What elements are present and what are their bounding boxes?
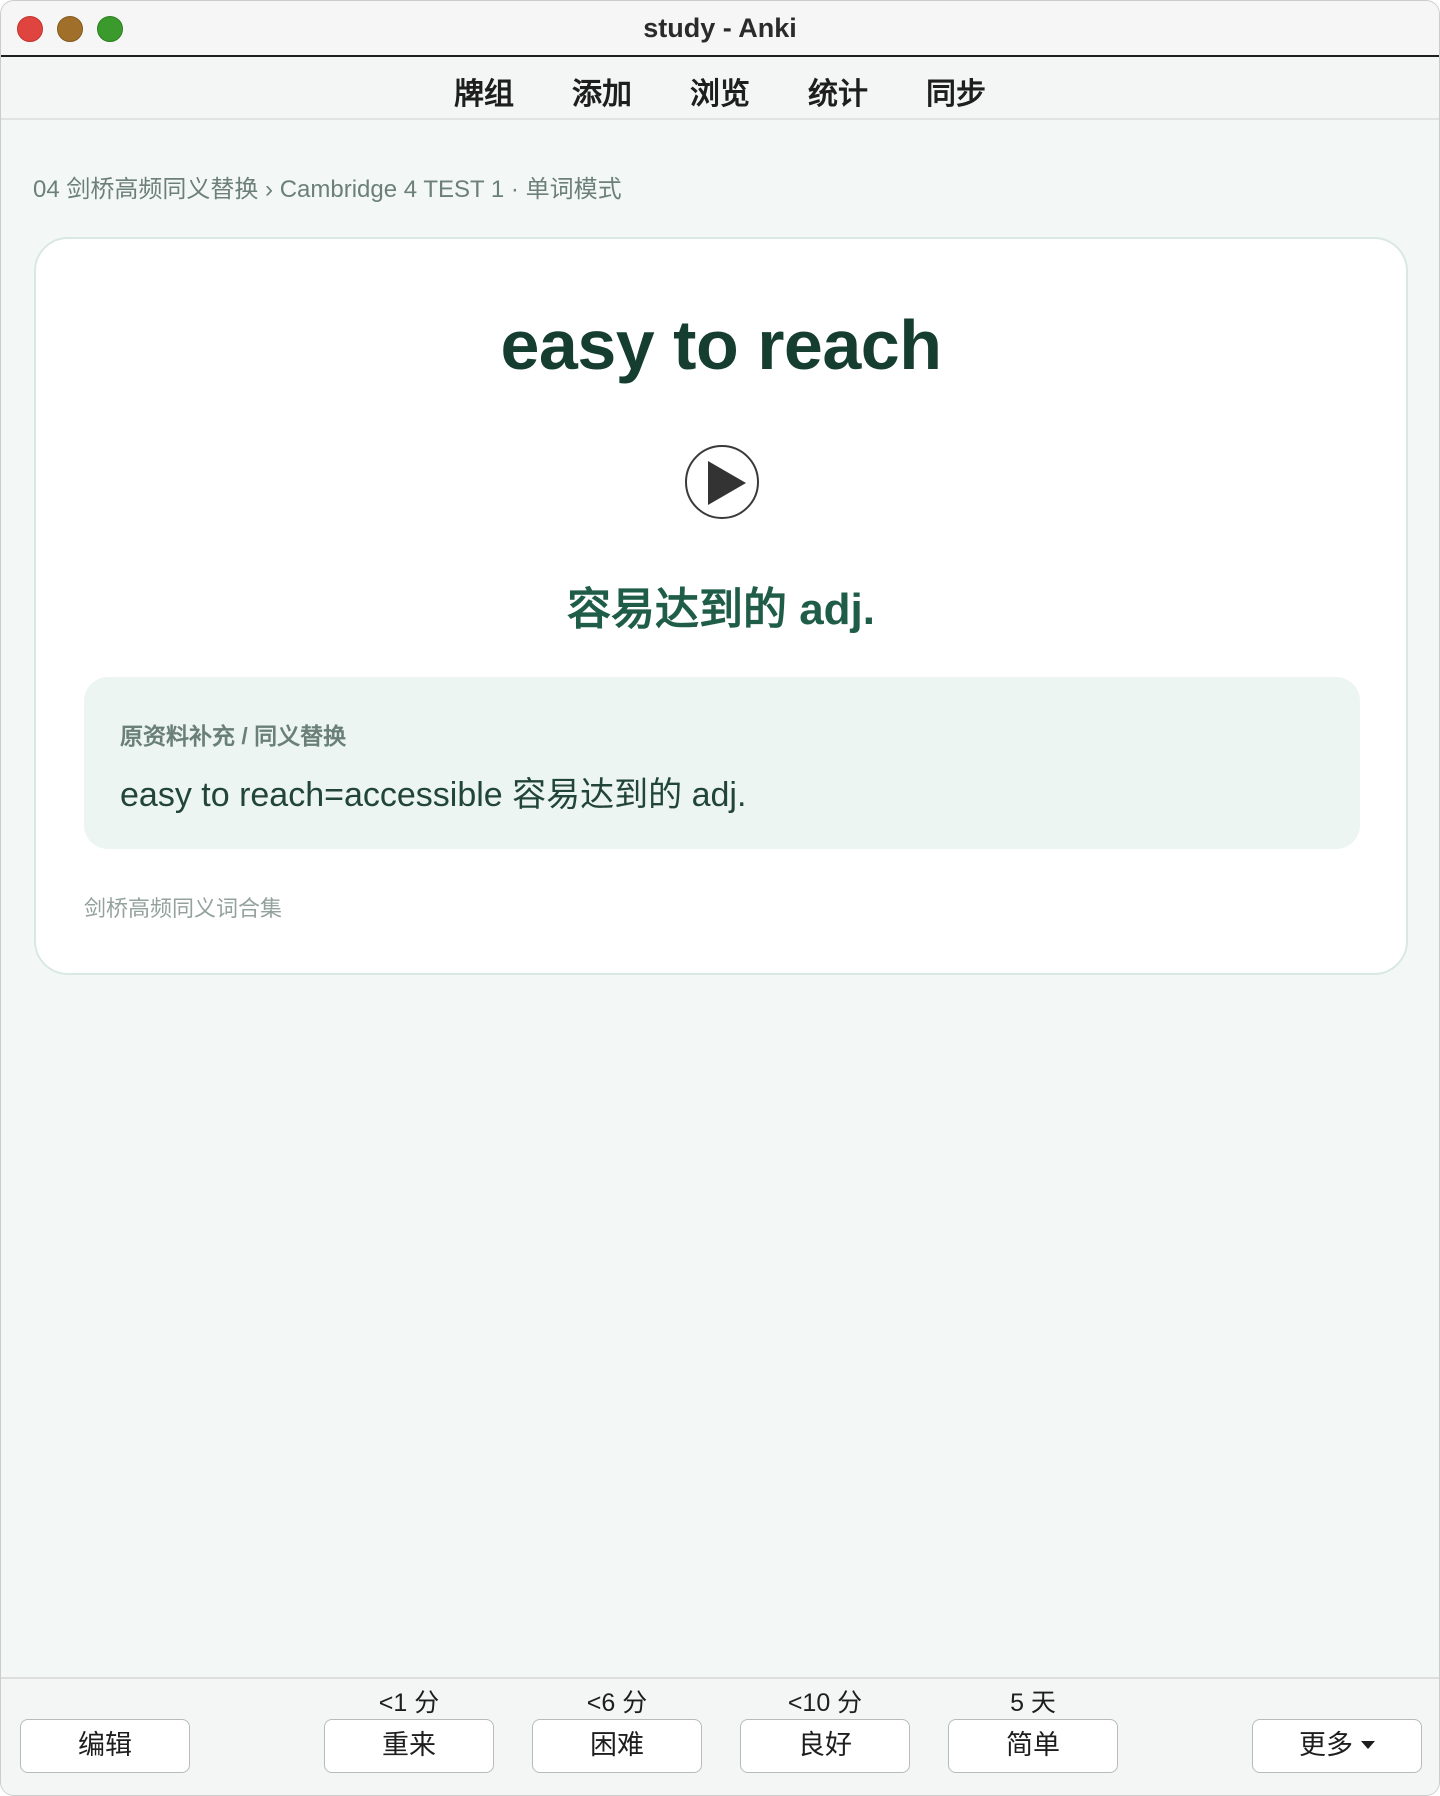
again-interval: <1 分 bbox=[378, 1689, 440, 1717]
caret-down-icon bbox=[1361, 1741, 1375, 1750]
again-button-label: 重来 bbox=[382, 1730, 436, 1760]
hard-button-label: 困难 bbox=[590, 1730, 644, 1760]
toolbar-stats[interactable]: 统计 bbox=[808, 67, 868, 115]
more-button-label: 更多 bbox=[1299, 1730, 1353, 1760]
main-toolbar: 牌组 添加 浏览 统计 同步 bbox=[1, 57, 1439, 120]
card-source: 剑桥高频同义词合集 bbox=[84, 896, 283, 921]
note-text: easy to reach=accessible 容易达到的 adj. bbox=[120, 776, 747, 814]
window-title: study - Anki bbox=[643, 13, 797, 43]
anki-window: study - Anki 牌组 添加 浏览 统计 同步 04 剑桥高频同义替换 … bbox=[0, 0, 1440, 1796]
good-interval: <10 分 bbox=[787, 1689, 863, 1717]
hard-interval: <6 分 bbox=[586, 1689, 648, 1717]
card-meaning: 容易达到的 adj. bbox=[566, 585, 876, 634]
note-box: 原资料补充 / 同义替换 easy to reach=accessible 容易… bbox=[84, 677, 1360, 849]
toolbar-browse[interactable]: 浏览 bbox=[690, 67, 750, 115]
again-button[interactable]: 重来 bbox=[324, 1719, 494, 1773]
easy-button-label: 简单 bbox=[1006, 1730, 1060, 1760]
toolbar-decks[interactable]: 牌组 bbox=[454, 67, 514, 115]
toolbar-sync[interactable]: 同步 bbox=[926, 67, 986, 115]
play-icon bbox=[708, 461, 746, 505]
easy-button[interactable]: 简单 bbox=[948, 1719, 1118, 1773]
card-word: easy to reach bbox=[500, 306, 942, 384]
play-audio-button[interactable] bbox=[685, 445, 759, 519]
toolbar-add[interactable]: 添加 bbox=[572, 67, 632, 115]
more-button[interactable]: 更多 bbox=[1252, 1719, 1422, 1773]
title-bar: study - Anki bbox=[1, 1, 1439, 57]
good-button[interactable]: 良好 bbox=[740, 1719, 910, 1773]
flashcard: easy to reach 容易达到的 adj. 原资料补充 / 同义替换 ea… bbox=[34, 237, 1408, 975]
easy-interval: 5 天 bbox=[1010, 1689, 1056, 1717]
edit-button-label: 编辑 bbox=[78, 1730, 132, 1760]
breadcrumb: 04 剑桥高频同义替换 › Cambridge 4 TEST 1 · 单词模式 bbox=[33, 176, 622, 203]
edit-button[interactable]: 编辑 bbox=[20, 1719, 190, 1773]
good-button-label: 良好 bbox=[798, 1730, 852, 1760]
hard-button[interactable]: 困难 bbox=[532, 1719, 702, 1773]
note-label: 原资料补充 / 同义替换 bbox=[120, 723, 347, 749]
answer-bar: 编辑 <1 分 重来 <6 分 困难 <10 分 良好 5 天 简单 更多 bbox=[1, 1677, 1439, 1795]
